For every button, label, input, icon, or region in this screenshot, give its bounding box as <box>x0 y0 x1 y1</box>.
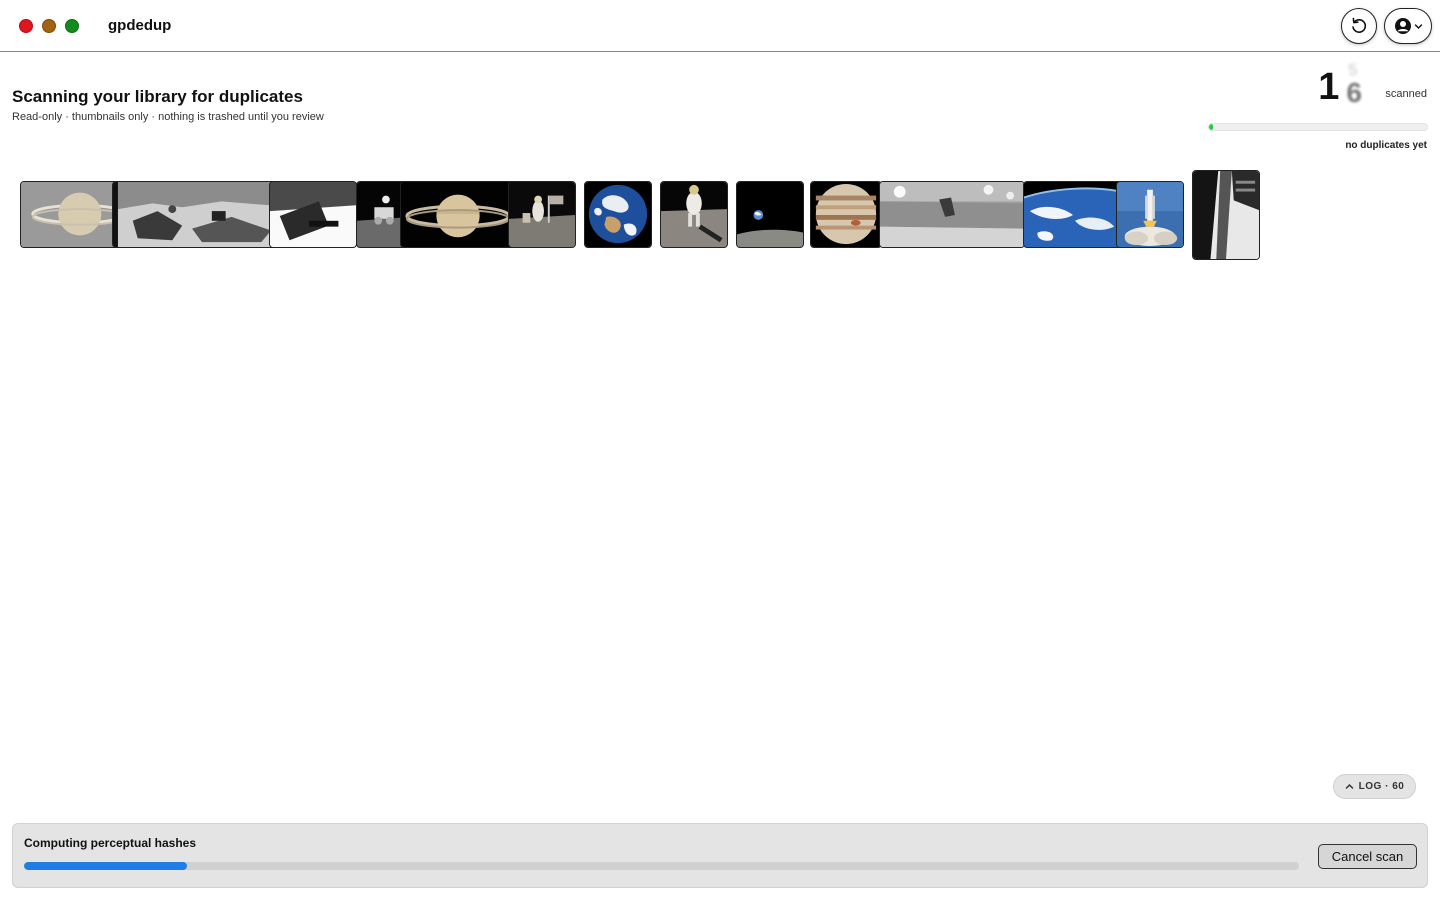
thumbnail <box>400 181 520 248</box>
scanned-counter: 1 5 6 scanned <box>1318 62 1427 110</box>
hash-progress-bar <box>24 862 1299 870</box>
thumbnail <box>269 181 357 248</box>
thumbnail <box>810 181 882 248</box>
close-window-button[interactable] <box>19 19 33 33</box>
title-bar: gpdedup <box>0 0 1440 52</box>
thumbnail <box>508 181 576 248</box>
hash-progress-fill <box>24 862 188 870</box>
counter-blur-digit: 6 <box>1346 77 1362 108</box>
account-icon <box>1394 18 1411 34</box>
thumbnail <box>112 181 282 248</box>
chevron-down-icon <box>1414 23 1422 29</box>
thumbnail <box>1116 181 1184 248</box>
thumbnail <box>660 181 728 248</box>
minimize-window-button[interactable] <box>42 19 56 33</box>
chevron-up-icon <box>1345 783 1353 789</box>
app-title: gpdedup <box>108 17 172 34</box>
refresh-button[interactable] <box>1341 8 1377 44</box>
counter-label: scanned <box>1385 88 1427 100</box>
refresh-icon <box>1352 17 1367 33</box>
counter-digit: 1 <box>1318 66 1340 108</box>
scan-status-panel: Computing perceptual hashes Cancel scan <box>12 823 1428 888</box>
thumbnail <box>1023 181 1123 248</box>
status-text: Computing perceptual hashes <box>24 836 197 850</box>
thumbnail <box>20 181 120 248</box>
log-toggle-button[interactable]: LOG · 60 <box>1333 774 1416 799</box>
duplicates-status: no duplicates yet <box>1345 140 1427 151</box>
counter-rolling-digit: 5 6 <box>1343 62 1369 110</box>
thumbnail <box>1192 170 1260 260</box>
zoom-window-button[interactable] <box>65 19 79 33</box>
log-label: LOG · 60 <box>1358 781 1405 792</box>
page-title: Scanning your library for duplicates <box>12 87 303 106</box>
page-subtitle: Read-only · thumbnails only · nothing is… <box>12 111 324 123</box>
account-menu-button[interactable] <box>1384 8 1432 44</box>
scan-mini-progress <box>1208 123 1428 131</box>
cancel-scan-button[interactable]: Cancel scan <box>1318 844 1417 869</box>
thumbnail <box>584 181 652 248</box>
scan-mini-progress-fill <box>1209 124 1214 130</box>
thumbnail <box>736 181 804 248</box>
thumbnail <box>879 181 1025 248</box>
counter-digits: 1 5 6 <box>1318 62 1369 110</box>
